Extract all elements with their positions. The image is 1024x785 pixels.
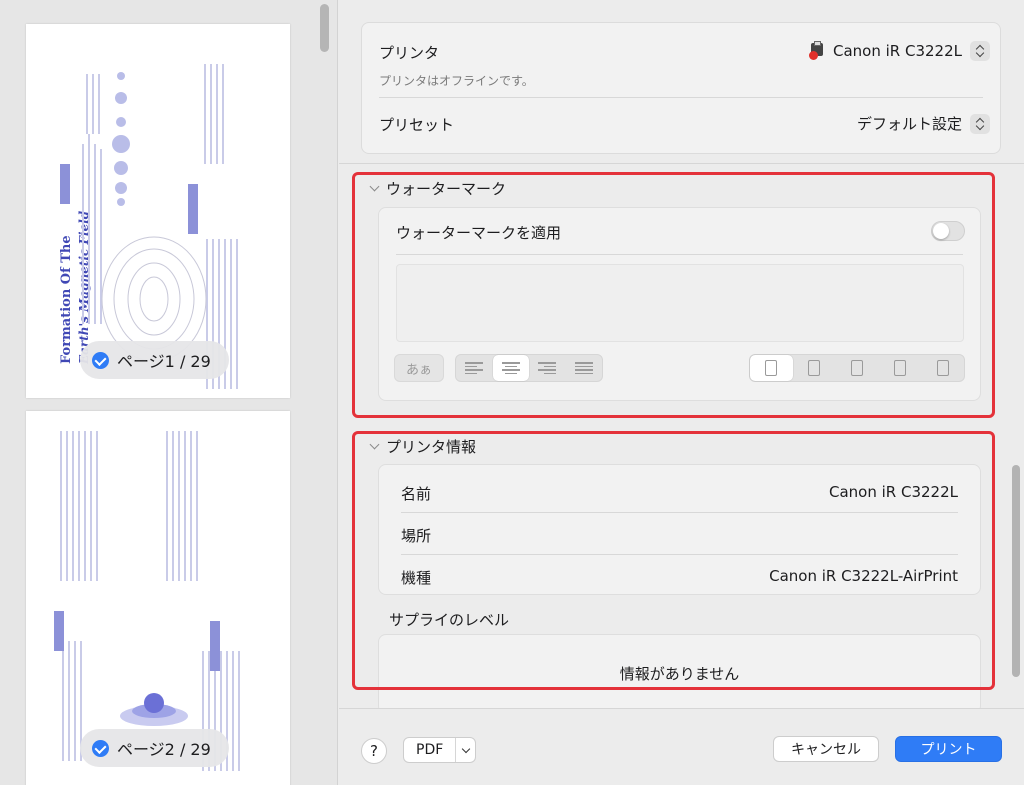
preview-scrollbar[interactable] [320,4,329,52]
checkmark-icon[interactable] [92,739,109,757]
preset-label: プリセット [379,116,455,134]
preset-value: デフォルト設定 [856,115,962,133]
footer-bar: ? PDF キャンセル プリント [339,708,1024,785]
page-1-planets [112,72,130,206]
printer-offline-icon [809,41,825,61]
cancel-button[interactable]: キャンセル [773,736,879,762]
printer-value: Canon iR C3222L [833,42,962,60]
section-divider [339,163,1024,164]
print-settings-pane: プリンタ Canon iR C3222L プリンタはオフラインです。 プリセット… [339,0,1024,785]
chevron-updown-icon [970,113,990,134]
page-1-title-line-1: Formation Of The [59,235,74,364]
page-2-badge[interactable]: ページ2 / 29 [80,729,229,767]
settings-scrollbar[interactable] [1012,465,1020,677]
printer-status: プリンタはオフラインです。 [379,74,534,88]
page-2-tag [54,611,64,651]
help-button[interactable]: ? [361,738,387,764]
printer-info-highlight [352,431,995,690]
pdf-label[interactable]: PDF [404,738,455,762]
page-2-label: ページ2 / 29 [117,740,211,759]
chevron-down-icon[interactable] [455,738,475,762]
page-1-title: Formation Of The Earth's Magnetic Field [59,210,91,365]
page-1-tag [60,164,70,204]
pdf-menu-button[interactable]: PDF [403,737,477,763]
chevron-updown-icon [970,41,990,61]
watermark-highlight [352,172,995,418]
printer-label: プリンタ [379,44,440,62]
divider [379,97,983,98]
page-2-globe-diagram [120,693,188,726]
checkmark-icon[interactable] [92,351,109,369]
page-1-tag-2 [188,184,198,234]
printer-selector[interactable]: Canon iR C3222L [809,41,990,61]
print-button[interactable]: プリント [895,736,1002,762]
preview-pane[interactable]: Formation Of The Earth's Magnetic Field … [0,0,338,785]
page-2-tag-2 [210,621,220,671]
printer-preset-box: プリンタ Canon iR C3222L プリンタはオフラインです。 プリセット… [361,22,1001,154]
preset-selector[interactable]: デフォルト設定 [857,113,990,134]
page-1-label: ページ1 / 29 [117,352,211,371]
page-1-badge[interactable]: ページ1 / 29 [80,341,229,379]
